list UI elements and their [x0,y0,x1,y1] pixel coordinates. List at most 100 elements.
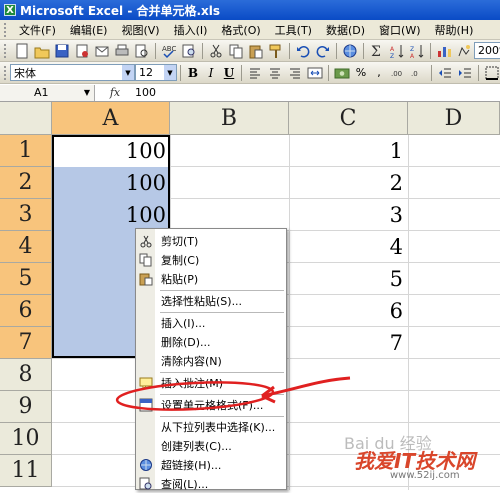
context-menu-item[interactable]: 粘贴(P) [136,270,286,288]
font-size-combo[interactable]: 12 ▼ [135,64,177,81]
print-icon[interactable] [113,42,131,60]
context-menu-item[interactable]: 清除内容(N) [136,352,286,370]
research-icon[interactable] [180,42,198,60]
context-menu-item[interactable]: 插入批注(M) [136,374,286,392]
context-menu-item[interactable]: 剪切(T) [136,232,286,250]
select-all-corner[interactable] [0,102,52,135]
align-right-icon[interactable] [286,64,304,82]
cell-c5[interactable]: 5 [289,263,403,295]
sort-desc-icon[interactable]: ZA [408,42,426,60]
borders-icon[interactable] [483,64,500,82]
menu-separator [160,416,284,417]
currency-icon[interactable] [333,64,351,82]
menu-item[interactable]: 数据(D) [319,22,372,38]
italic-button[interactable]: I [202,66,220,80]
name-box[interactable]: A1 ▼ [0,84,95,101]
separator [363,42,364,59]
column-header[interactable]: A [52,102,170,135]
chevron-down-icon[interactable]: ▼ [164,65,176,80]
row-header[interactable]: 7 [0,327,52,359]
increase-indent-icon[interactable] [456,64,474,82]
context-menu-item[interactable]: 从下拉列表中选择(K)... [136,418,286,436]
increase-decimal-icon[interactable]: .00 [389,64,407,82]
paste-icon[interactable] [247,42,265,60]
email-icon[interactable] [93,42,111,60]
format-painter-icon[interactable] [267,42,285,60]
title-bar: X Microsoft Excel - 合并单元格.xls [0,0,500,20]
comma-button[interactable]: , [370,66,388,79]
spelling-icon[interactable]: ABC [160,42,178,60]
cell-c3[interactable]: 3 [289,199,403,231]
column-header[interactable]: C [289,102,408,135]
open-icon[interactable] [33,42,51,60]
chevron-down-icon[interactable]: ▼ [84,88,90,97]
row-header[interactable]: 4 [0,231,52,263]
chart-icon[interactable] [435,42,453,60]
decrease-indent-icon[interactable] [436,64,454,82]
permission-icon[interactable] [73,42,91,60]
toolbar-grip [4,65,6,80]
cell-a1[interactable]: 100 [52,135,166,167]
save-icon[interactable] [53,42,71,60]
context-menu-item[interactable]: 设置单元格格式(F)... [136,396,286,414]
row-header[interactable]: 11 [0,455,52,487]
decrease-decimal-icon[interactable]: .0 [409,64,427,82]
cell-a2[interactable]: 100 [52,167,166,199]
redo-icon[interactable] [314,42,332,60]
chevron-down-icon[interactable]: ▼ [122,65,134,80]
menu-item[interactable]: 视图(V) [114,22,166,38]
context-menu-item[interactable]: 超链接(H)... [136,456,286,474]
fx-icon[interactable]: fx [95,86,135,99]
hyperlink-icon[interactable] [341,42,359,60]
row-header[interactable]: 10 [0,423,52,455]
align-left-icon[interactable] [246,64,264,82]
menu-item[interactable]: 插入(I) [167,22,215,38]
menu-item[interactable]: 编辑(E) [63,22,115,38]
context-menu-item[interactable]: 插入(I)... [136,314,286,332]
row-header[interactable]: 6 [0,295,52,327]
cell-c1[interactable]: 1 [289,135,403,167]
row-header[interactable]: 3 [0,199,52,231]
autosum-icon[interactable]: Σ [368,42,386,60]
menu-separator [160,312,284,313]
row-header[interactable]: 8 [0,359,52,391]
row-header[interactable]: 5 [0,263,52,295]
cell-c4[interactable]: 4 [289,231,403,263]
context-menu-item[interactable]: 复制(C) [136,251,286,269]
menu-item[interactable]: 工具(T) [268,22,319,38]
bold-button[interactable]: B [184,66,202,80]
menu-item[interactable]: 帮助(H) [428,22,481,38]
underline-button[interactable]: U [220,66,238,80]
cell-c7[interactable]: 7 [289,327,403,359]
zoom-combo[interactable]: 200%▼ [474,42,500,59]
menu-item[interactable]: 格式(O) [214,22,267,38]
cell-a3[interactable]: 100 [52,199,166,231]
row-header[interactable]: 9 [0,391,52,423]
context-menu-item[interactable]: 选择性粘贴(S)... [136,292,286,310]
column-header[interactable]: D [408,102,500,135]
print-preview-icon[interactable] [133,42,151,60]
cut-icon[interactable] [207,42,225,60]
context-menu-item[interactable]: 删除(D)... [136,333,286,351]
standard-toolbar: ABC ΣAZZA 200%▼ [0,40,500,62]
column-header[interactable]: B [170,102,289,135]
undo-icon[interactable] [294,42,312,60]
row-header[interactable]: 1 [0,135,52,167]
cell-c6[interactable]: 6 [289,295,403,327]
copy-icon[interactable] [227,42,245,60]
font-name-combo[interactable]: 宋体 ▼ [10,64,135,81]
percent-button[interactable]: % [352,66,370,79]
row-header[interactable]: 2 [0,167,52,199]
align-center-icon[interactable] [266,64,284,82]
formula-input[interactable]: 100 [135,86,156,99]
font-size-value: 12 [139,66,153,79]
menu-item[interactable]: 文件(F) [12,22,63,38]
drawing-icon[interactable] [455,42,473,60]
context-menu-item[interactable]: 查阅(L)... [136,475,286,493]
new-icon[interactable] [13,42,31,60]
context-menu-item[interactable]: 创建列表(C)... [136,437,286,455]
merge-center-icon[interactable] [306,64,324,82]
sort-asc-icon[interactable]: AZ [388,42,406,60]
cell-c2[interactable]: 2 [289,167,403,199]
menu-item[interactable]: 窗口(W) [372,22,427,38]
